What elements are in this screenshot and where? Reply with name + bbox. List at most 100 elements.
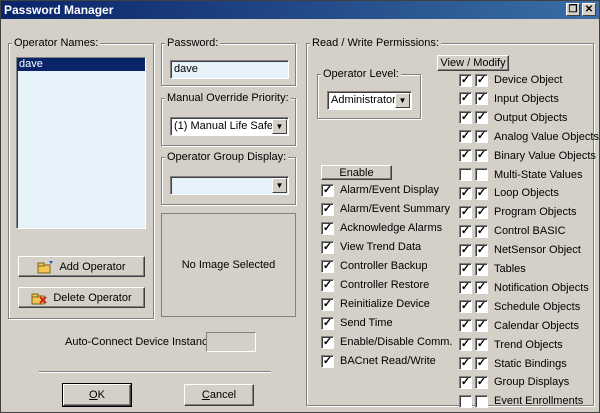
view-checkbox[interactable]: ✓ [459, 186, 472, 200]
enable-permission-row[interactable]: ✓ Alarm/Event Display [321, 182, 439, 198]
auto-connect-field[interactable] [206, 332, 256, 352]
modify-checkbox[interactable]: ✓ [475, 92, 488, 106]
enable-permission-row[interactable]: ✓ Send Time [321, 315, 393, 331]
enable-checkbox[interactable]: ✓ [321, 259, 334, 273]
enable-permission-row[interactable]: ✓ Controller Restore [321, 277, 429, 293]
enable-checkbox[interactable]: ✓ [321, 297, 334, 311]
view-checkbox[interactable]: ✓ [459, 224, 472, 238]
image-preview-text: No Image Selected [181, 259, 276, 271]
enable-permission-label: Enable/Disable Comm. [340, 336, 453, 348]
operator-names-list[interactable]: dave [16, 57, 146, 229]
object-permission-row[interactable]: ✓ ✓ Loop Objects [459, 185, 559, 201]
cancel-button[interactable]: Cancel [184, 384, 254, 406]
view-checkbox[interactable]: ✓ [459, 130, 472, 144]
view-checkbox[interactable]: ✓ [459, 375, 472, 389]
ok-button[interactable]: OK [62, 383, 132, 407]
modify-checkbox[interactable]: ✓ [475, 338, 488, 352]
modify-checkbox[interactable]: ✓ [475, 111, 488, 125]
group-display-select[interactable]: ▼ [170, 176, 289, 195]
modify-checkbox[interactable] [475, 168, 488, 181]
enable-checkbox[interactable]: ✓ [321, 354, 334, 368]
view-checkbox[interactable] [459, 394, 472, 408]
enable-permission-row[interactable]: ✓ Controller Backup [321, 258, 427, 274]
object-permission-row[interactable]: ✓ ✓ Calendar Objects [459, 318, 579, 334]
enable-header[interactable]: Enable [321, 165, 392, 180]
enable-checkbox[interactable]: ✓ [321, 278, 334, 292]
view-checkbox[interactable]: ✓ [459, 262, 472, 276]
enable-checkbox[interactable]: ✓ [321, 316, 334, 330]
view-checkbox[interactable]: ✓ [459, 205, 472, 219]
delete-operator-button[interactable]: Delete Operator [18, 287, 145, 308]
object-permission-row[interactable]: ✓ ✓ Trend Objects [459, 337, 563, 353]
enable-checkbox[interactable]: ✓ [321, 183, 334, 197]
object-permission-row[interactable]: ✓ ✓ Input Objects [459, 91, 559, 107]
view-checkbox[interactable]: ✓ [459, 357, 472, 370]
enable-permission-label: BACnet Read/Write [340, 355, 436, 367]
enable-permission-row[interactable]: ✓ BACnet Read/Write [321, 353, 436, 369]
list-item[interactable]: dave [17, 58, 145, 71]
modify-checkbox[interactable]: ✓ [475, 243, 488, 257]
object-permission-row[interactable]: ✓ ✓ Binary Value Objects [459, 148, 596, 164]
delete-operator-icon [31, 291, 48, 305]
enable-permission-row[interactable]: ✓ View Trend Data [321, 239, 421, 255]
enable-permission-row[interactable]: ✓ Acknowledge Alarms [321, 220, 442, 236]
object-permission-row[interactable]: ✓ ✓ Notification Objects [459, 280, 589, 296]
add-operator-button[interactable]: Add Operator [18, 256, 145, 277]
modify-checkbox[interactable]: ✓ [475, 149, 488, 163]
view-checkbox[interactable]: ✓ [459, 243, 472, 257]
object-permission-row[interactable]: ✓ ✓ Tables [459, 261, 526, 277]
restore-icon[interactable]: ❐ [566, 3, 580, 16]
object-permission-label: Control BASIC [494, 225, 566, 238]
enable-permission-row[interactable]: ✓ Enable/Disable Comm. [321, 334, 453, 350]
view-checkbox[interactable]: ✓ [459, 149, 472, 163]
modify-checkbox[interactable] [475, 394, 488, 408]
enable-checkbox[interactable]: ✓ [321, 221, 334, 235]
object-permission-row[interactable]: ✓ ✓ Output Objects [459, 110, 567, 126]
modify-checkbox[interactable]: ✓ [475, 319, 488, 333]
modify-checkbox[interactable]: ✓ [475, 130, 488, 144]
view-checkbox[interactable] [459, 168, 472, 181]
modify-checkbox[interactable]: ✓ [475, 262, 488, 276]
modify-checkbox[interactable]: ✓ [475, 186, 488, 200]
enable-permission-row[interactable]: ✓ Alarm/Event Summary [321, 201, 450, 217]
enable-permission-row[interactable]: ✓ Reinitialize Device [321, 296, 430, 312]
chevron-down-icon[interactable]: ▼ [272, 178, 287, 193]
modify-checkbox[interactable]: ✓ [475, 375, 488, 389]
object-permission-row[interactable]: ✓ ✓ Analog Value Objects [459, 129, 599, 145]
object-permission-row[interactable]: Multi-State Values [459, 167, 582, 183]
view-checkbox[interactable]: ✓ [459, 92, 472, 106]
object-permission-row[interactable]: ✓ ✓ Device Object [459, 72, 562, 88]
view-checkbox[interactable]: ✓ [459, 338, 472, 352]
enable-permission-label: View Trend Data [340, 241, 422, 253]
enable-checkbox[interactable]: ✓ [321, 202, 334, 216]
modify-checkbox[interactable]: ✓ [475, 281, 488, 295]
chevron-down-icon[interactable]: ▼ [395, 93, 410, 108]
modify-checkbox[interactable]: ✓ [475, 224, 488, 238]
view-checkbox[interactable]: ✓ [459, 319, 472, 333]
modify-checkbox[interactable]: ✓ [475, 205, 488, 219]
manual-override-select[interactable]: (1) Manual Life Safety ▼ [170, 117, 289, 136]
password-field[interactable]: dave [170, 60, 289, 79]
view-checkbox[interactable]: ✓ [459, 281, 472, 295]
chevron-down-icon[interactable]: ▼ [272, 119, 287, 134]
object-permission-row[interactable]: ✓ ✓ NetSensor Object [459, 242, 581, 258]
view-checkbox[interactable]: ✓ [459, 300, 472, 314]
enable-checkbox[interactable]: ✓ [321, 240, 334, 254]
object-permission-row[interactable]: ✓ ✓ Program Objects [459, 204, 577, 220]
image-preview: No Image Selected [161, 213, 296, 317]
title-bar[interactable]: Password Manager ❐ ✕ [1, 1, 599, 19]
object-permission-row[interactable]: ✓ ✓ Static Bindings [459, 356, 567, 372]
modify-checkbox[interactable]: ✓ [475, 73, 488, 87]
close-icon[interactable]: ✕ [582, 3, 596, 16]
view-modify-header[interactable]: View / Modify [437, 55, 509, 71]
view-checkbox[interactable]: ✓ [459, 73, 472, 87]
object-permission-row[interactable]: ✓ ✓ Group Displays [459, 374, 569, 390]
enable-checkbox[interactable]: ✓ [321, 335, 334, 349]
modify-checkbox[interactable]: ✓ [475, 300, 488, 314]
view-checkbox[interactable]: ✓ [459, 111, 472, 125]
object-permission-row[interactable]: ✓ ✓ Control BASIC [459, 223, 566, 239]
operator-level-select[interactable]: Administrator ▼ [327, 91, 412, 110]
object-permission-row[interactable]: Event Enrollments [459, 393, 583, 409]
modify-checkbox[interactable]: ✓ [475, 357, 488, 370]
object-permission-row[interactable]: ✓ ✓ Schedule Objects [459, 299, 580, 315]
